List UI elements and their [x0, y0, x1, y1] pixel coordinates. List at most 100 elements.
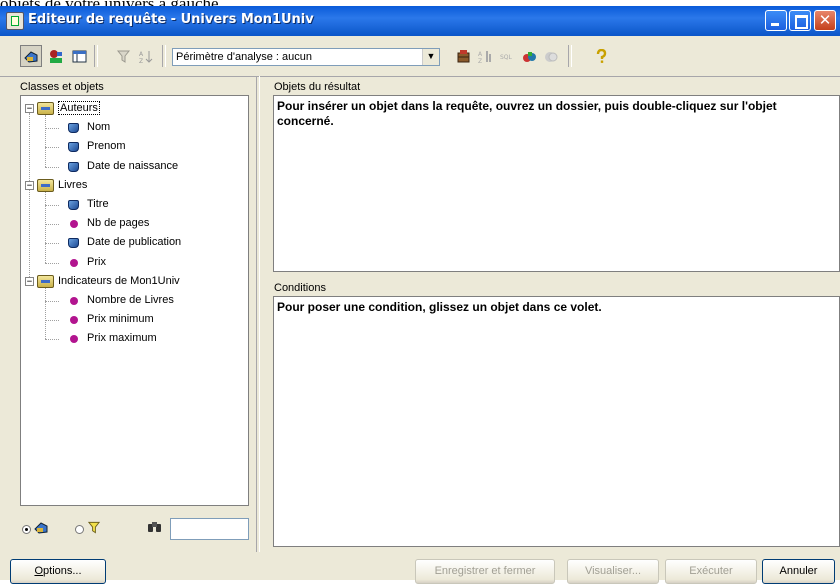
save-close-button[interactable]: Enregistrer et fermer: [415, 559, 555, 584]
options-label: ptions...: [43, 565, 82, 577]
sql-icon: SQL: [500, 54, 513, 61]
objects-view-radio[interactable]: [22, 525, 31, 534]
sql-button[interactable]: SQL: [496, 45, 518, 67]
sort-button[interactable]: AZ: [134, 45, 156, 67]
tree-object-row[interactable]: Prix: [21, 254, 246, 272]
query-properties-button[interactable]: [44, 45, 66, 67]
folder-class-icon: [37, 102, 54, 115]
folder-class-icon: [37, 178, 54, 192]
tree-object-label: Prix: [87, 255, 106, 268]
conditions-view-radio[interactable]: [75, 525, 84, 534]
filter-icon: [116, 50, 131, 63]
svg-text:Z: Z: [478, 58, 482, 64]
app-icon: [6, 12, 24, 30]
tree-object-label: Date de publication: [87, 236, 182, 249]
sort-order-icon: AZ: [478, 51, 491, 64]
svg-text:Z: Z: [139, 58, 143, 64]
options-mnemonic: O: [34, 565, 44, 577]
indicator-icon: [70, 220, 78, 229]
object-search-input[interactable]: [170, 518, 249, 540]
minimize-button[interactable]: [765, 10, 787, 31]
tree-class-row[interactable]: − Auteurs: [21, 100, 246, 118]
tree-object-label: Prix maximum: [87, 332, 157, 345]
tree-object-row[interactable]: Nb de pages: [21, 215, 246, 233]
collapse-toggle-icon[interactable]: −: [25, 276, 34, 286]
tree-object-row[interactable]: Prix maximum: [21, 330, 246, 348]
tree-object-row[interactable]: Nom: [21, 119, 246, 137]
conditions-panel[interactable]: Pour poser une condition, glissez un obj…: [273, 296, 840, 547]
tree-class-label: Indicateurs de Mon1Univ: [58, 274, 180, 287]
close-button[interactable]: ✕: [814, 10, 836, 31]
dimension-icon: [68, 200, 79, 210]
tree-object-label: Nombre de Livres: [87, 294, 174, 306]
scope-of-analysis-select[interactable]: Périmètre d'analyse : aucun ▼: [172, 48, 440, 66]
chevron-down-icon[interactable]: ▼: [422, 49, 439, 65]
toolbar-separator: [94, 45, 98, 67]
classes-objects-button[interactable]: [20, 45, 42, 67]
sort-icon: AZ: [139, 51, 153, 64]
maximize-button[interactable]: [789, 10, 811, 31]
query-properties-icon: [50, 50, 62, 63]
scope-of-analysis-value: Périmètre d'analyse : aucun: [176, 51, 313, 63]
indicator-icon: [70, 258, 78, 267]
tables-button[interactable]: [452, 45, 474, 67]
tree-object-row[interactable]: Prix minimum: [21, 311, 246, 329]
tree-object-row[interactable]: Nombre de Livres: [21, 292, 246, 310]
tree-object-label: Nom: [87, 121, 111, 134]
tree-line: [45, 339, 59, 341]
data-providers-button[interactable]: [518, 45, 540, 67]
cancel-button[interactable]: Annuler: [762, 559, 835, 584]
tree-object-row[interactable]: Date de publication: [21, 234, 246, 252]
tree-line: [45, 147, 59, 149]
tree-class-label: Auteurs: [58, 101, 100, 115]
collapse-toggle-icon[interactable]: −: [25, 180, 34, 190]
tree-object-row[interactable]: Date de naissance: [21, 158, 246, 176]
indicator-icon: [70, 335, 78, 344]
indicator-icon: [70, 297, 78, 305]
tree-object-label: Titre: [87, 198, 109, 210]
toolbar-separator: [162, 45, 166, 67]
combine-button[interactable]: [540, 45, 562, 67]
collapse-toggle-icon[interactable]: −: [25, 104, 34, 114]
toolbar: AZ Périmètre d'analyse : aucun ▼ AZ SQL: [0, 36, 840, 77]
panel-splitter[interactable]: [256, 76, 260, 552]
table-view-button[interactable]: [68, 45, 90, 67]
tree-line: [45, 115, 46, 167]
close-icon: ✕: [818, 11, 832, 29]
combine-icon: [545, 52, 558, 62]
sort-order-button[interactable]: AZ: [474, 45, 496, 67]
tree-object-label: Prix minimum: [87, 313, 154, 326]
classes-objects-title: Classes et objets: [20, 81, 104, 93]
dimension-icon: [68, 238, 79, 249]
binoculars-icon[interactable]: [147, 519, 162, 533]
minimize-icon: [771, 23, 779, 26]
tree-line: [45, 191, 46, 263]
tree-object-label: Prenom: [87, 140, 126, 153]
tree-class-row[interactable]: − Livres: [21, 177, 246, 195]
dimension-icon: [68, 142, 79, 153]
filter-button[interactable]: [112, 45, 134, 67]
tree-line: [45, 128, 59, 130]
query-editor-window: Editeur de requête - Univers Mon1Univ ✕ …: [0, 6, 840, 584]
classes-objects-tree[interactable]: − Auteurs Nom Prenom Date de naissance − Livre…: [20, 95, 249, 506]
tree-line: [45, 301, 59, 302]
tree-object-row[interactable]: Titre: [21, 196, 246, 214]
tables-icon: [457, 50, 470, 63]
options-button[interactable]: Options...: [10, 559, 106, 584]
table-view-icon: [72, 50, 87, 63]
tree-line: [45, 320, 59, 322]
result-objects-hint: Pour insérer un objet dans la requête, o…: [277, 99, 777, 128]
data-providers-icon: [523, 52, 536, 62]
tree-line: [45, 205, 59, 206]
window-title: Editeur de requête - Univers Mon1Univ: [28, 12, 314, 27]
toolbar-separator: [568, 45, 572, 67]
result-objects-panel[interactable]: Pour insérer un objet dans la requête, o…: [273, 95, 840, 272]
tree-object-row[interactable]: Prenom: [21, 138, 246, 156]
preview-button[interactable]: Visualiser...: [567, 559, 659, 584]
tree-line: [45, 243, 59, 245]
run-button[interactable]: Exécuter: [665, 559, 757, 584]
tree-class-row[interactable]: − Indicateurs de Mon1Univ: [21, 273, 246, 291]
result-objects-title: Objets du résultat: [274, 81, 361, 93]
help-button[interactable]: [590, 45, 612, 67]
title-bar[interactable]: Editeur de requête - Univers Mon1Univ ✕: [0, 6, 840, 36]
